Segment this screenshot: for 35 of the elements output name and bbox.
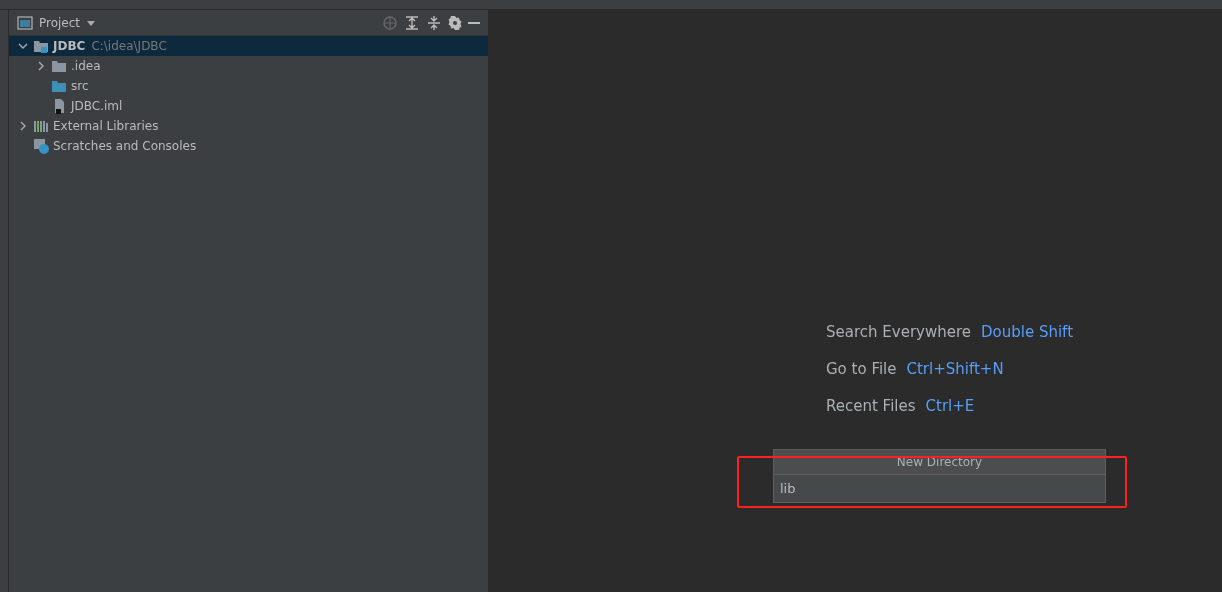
chevron-down-icon: [18, 41, 28, 51]
collapse-all-icon: [426, 14, 442, 31]
chevron-right-icon: [36, 61, 46, 71]
hint-shortcut: Ctrl+E: [925, 397, 975, 415]
window-icon: [17, 14, 33, 31]
scratches-icon: [33, 138, 49, 154]
tree-row[interactable]: Scratches and Consoles: [9, 136, 488, 156]
node-name: src: [71, 79, 89, 93]
folder-icon: [51, 58, 67, 74]
hint-label: Search Everywhere: [826, 323, 971, 341]
tree-row[interactable]: JDBC C:\idea\JDBC: [9, 36, 488, 56]
hint-label: Recent Files: [826, 397, 916, 415]
tree-row[interactable]: src: [9, 76, 488, 96]
node-name: External Libraries: [53, 119, 159, 133]
expand-all-icon: [404, 14, 420, 31]
folder-icon: [51, 78, 67, 94]
node-name: JDBC.iml: [71, 99, 123, 113]
hint-shortcut: Ctrl+Shift+N: [906, 360, 1004, 378]
settings-icon: [448, 15, 462, 30]
node-path: C:\idea\JDBC: [91, 39, 167, 53]
minimize-icon: [468, 21, 480, 24]
tree-row[interactable]: .idea: [9, 56, 488, 76]
module-folder-icon: [33, 38, 49, 54]
node-name: .idea: [71, 59, 101, 73]
hint-label: Go to File: [826, 360, 897, 378]
directory-name-field[interactable]: lib: [774, 475, 1105, 502]
hint-shortcut: Double Shift: [981, 323, 1073, 341]
tree-row[interactable]: JDBC.iml: [9, 96, 488, 116]
node-name: Scratches and Consoles: [53, 139, 197, 153]
locate-icon: [382, 14, 398, 31]
panel-title[interactable]: Project: [39, 15, 81, 30]
node-name: JDBC: [53, 39, 86, 53]
chevron-right-icon: [18, 121, 28, 131]
tree-row[interactable]: External Libraries: [9, 116, 488, 136]
library-icon: [33, 118, 49, 134]
